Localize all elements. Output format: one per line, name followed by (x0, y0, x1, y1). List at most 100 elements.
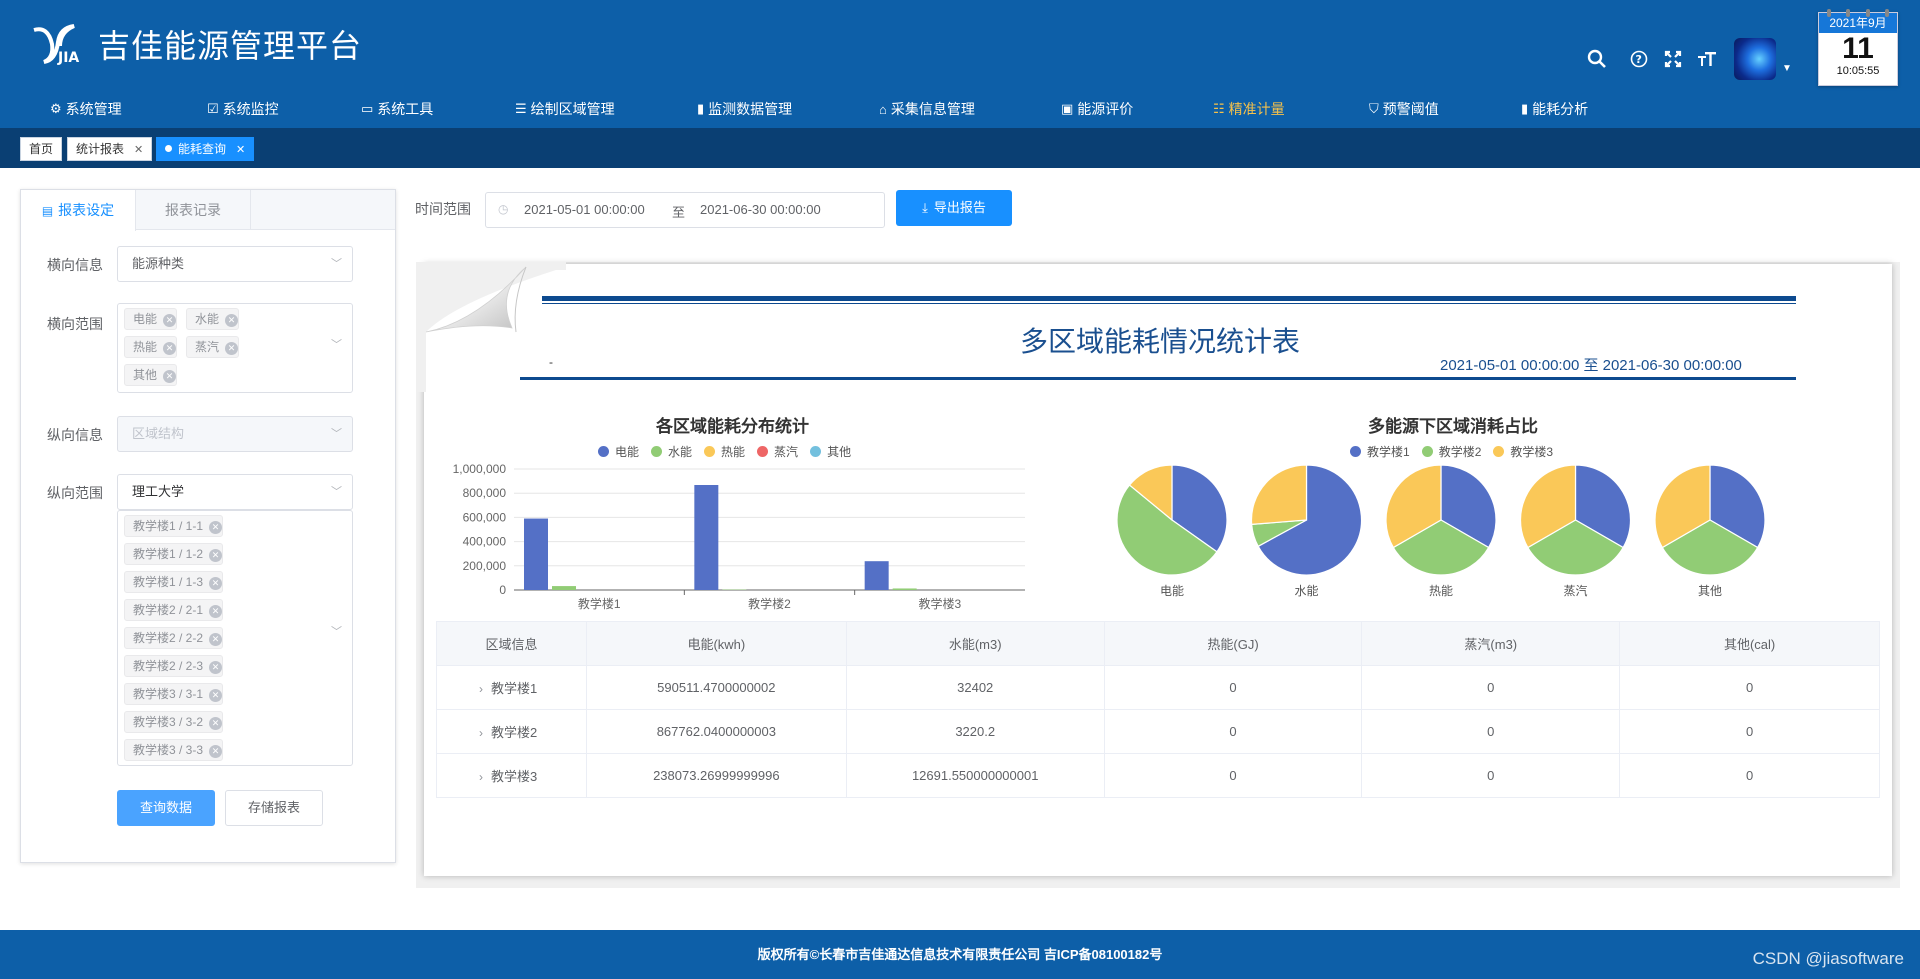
legend-item[interactable]: 其他 (810, 443, 851, 460)
font-size-icon[interactable] (1690, 46, 1724, 72)
save-report-button[interactable]: 存储报表 (225, 790, 323, 826)
chevron-down-icon: ﹀ (331, 428, 342, 440)
app-header: JIA 吉佳能源管理平台 ? ▼ 2021年9月 11 10:05:55 ⚙ 系统… (0, 0, 1920, 128)
export-report-button[interactable]: ⤓ 导出报告 (896, 190, 1012, 226)
close-icon[interactable]: ✕ (163, 370, 177, 383)
tab-energy-query[interactable]: 能耗查询 ✕ (156, 137, 255, 161)
nav-monitor-data[interactable]: ▮ 监测数据管理 (697, 98, 879, 120)
nav-system-manage[interactable]: ⚙ 系统管理 (50, 98, 207, 120)
vertical-info-select[interactable]: 区域结构 ﹀ (117, 416, 353, 452)
legend-dot (598, 446, 609, 457)
close-icon[interactable]: ✕ (209, 577, 223, 590)
download-icon: ⤓ (922, 200, 928, 215)
tag-electric: 电能 ✕ (124, 308, 178, 330)
close-icon[interactable]: ✕ (209, 661, 223, 674)
search-icon[interactable] (1580, 46, 1614, 72)
pie-charts: 电能 水能 热能 蒸汽 其他 (1116, 464, 1766, 598)
table-cell: 12691.550000000001 (845, 753, 1105, 798)
close-icon[interactable]: ✕ (134, 144, 143, 156)
tag-building: 教学楼3 / 3-3 ✕ (124, 739, 224, 761)
shield-icon: ⛉ (1369, 101, 1379, 116)
table-cell: 867762.0400000003 (585, 709, 847, 754)
nav-system-monitor[interactable]: ☑ 系统监控 (207, 98, 361, 120)
date-start[interactable]: 2021-05-01 00:00:00 (524, 202, 645, 217)
pie-slice-教学楼3[interactable] (1250, 464, 1308, 526)
vertical-range-tags[interactable]: 教学楼1 / 1-1 ✕ 教学楼1 / 1-2 ✕ 教学楼1 / 1-3 ✕ 教学楼2… (117, 510, 353, 766)
table-row[interactable]: › 教学楼3 238073.26999999996 12691.550000000… (436, 753, 1880, 798)
y-tick-label: 800,000 (463, 486, 507, 500)
legend-item[interactable]: 蒸汽 (757, 443, 798, 460)
collect-icon: ⌂ (879, 101, 887, 117)
legend-dot (651, 446, 663, 457)
report-corner-mark: - (549, 355, 553, 369)
table-cell: 0 (1103, 665, 1363, 710)
close-icon[interactable]: ✕ (209, 605, 223, 618)
app-logo[interactable]: JIA 吉佳能源管理平台 (30, 22, 362, 66)
close-icon[interactable]: ✕ (209, 549, 223, 562)
watermark: CSDN @jiasoftware (1752, 949, 1904, 968)
legend-item[interactable]: 水能 (651, 443, 692, 460)
table-cell: 0 (1619, 709, 1880, 754)
tab-home[interactable]: 首页 (20, 137, 63, 161)
close-icon[interactable]: ✕ (225, 314, 239, 327)
nav-area-manage[interactable]: ☰ 绘制区域管理 (515, 98, 697, 120)
report-settings-panel: ▤ 报表设定 报表记录 横向信息 能源种类 ﹀ 横向范围 电能 ✕ 水能 ✕ 热能 ✕ … (20, 189, 396, 863)
close-icon[interactable]: ✕ (163, 314, 177, 327)
close-icon[interactable]: ✕ (236, 144, 245, 156)
chevron-right-icon[interactable]: › (479, 682, 483, 696)
vertical-range-select[interactable]: 理工大学 ﹀ (117, 474, 353, 510)
nav-system-tools[interactable]: ▭ 系统工具 (361, 98, 515, 120)
nav-warning-threshold[interactable]: ⛉ 预警阈值 (1369, 98, 1521, 120)
nav-collect-info[interactable]: ⌂ 采集信息管理 (879, 98, 1061, 120)
horizontal-range-select[interactable]: 电能 ✕ 水能 ✕ 热能 ✕ 蒸汽 ✕ 其他 ✕ ﹀ (117, 303, 353, 393)
bar-电能[interactable] (524, 518, 548, 590)
report-rule-bottom (520, 377, 1796, 380)
report-date-range: 2021-05-01 00:00:00 至 2021-06-30 00:00:0… (1440, 357, 1742, 374)
tab-stat-report[interactable]: 统计报表 ✕ (67, 137, 153, 161)
legend-item[interactable]: 热能 (704, 443, 745, 460)
tag-building: 教学楼1 / 1-1 ✕ (124, 515, 224, 537)
bar-电能[interactable] (694, 485, 719, 590)
chevron-down-icon[interactable]: ▼ (1782, 63, 1792, 74)
nav-energy-analysis[interactable]: ▮ 能耗分析 (1521, 98, 1641, 120)
horizontal-info-select[interactable]: 能源种类 ﹀ (117, 246, 353, 282)
table-cell: 590511.4700000002 (585, 665, 847, 710)
x-tick-label: 教学楼2 (748, 596, 791, 611)
user-avatar[interactable] (1734, 38, 1776, 80)
tag-building: 教学楼2 / 2-1 ✕ (124, 599, 224, 621)
bar-水能[interactable] (552, 586, 576, 590)
panel-tabs: ▤ 报表设定 报表记录 (21, 190, 395, 231)
table-row[interactable]: › 教学楼1 590511.4700000002 32402 0 0 0 (436, 665, 1880, 710)
pie-label: 电能 (1160, 584, 1184, 598)
close-icon[interactable]: ✕ (209, 521, 223, 534)
main-nav: ⚙ 系统管理 ☑ 系统监控 ▭ 系统工具 ☰ 绘制区域管理 ▮ 监测数据管理 ⌂ 采集信息管… (50, 98, 1641, 120)
bar-水能[interactable] (892, 588, 917, 590)
close-icon[interactable]: ✕ (209, 717, 223, 730)
bar-电能[interactable] (864, 561, 889, 590)
nav-precise-metering[interactable]: ☷ 精准计量 (1213, 98, 1369, 120)
legend-dot (810, 446, 822, 457)
table-row[interactable]: › 教学楼2 867762.0400000003 3220.2 0 0 0 (436, 709, 1880, 754)
date-end[interactable]: 2021-06-30 00:00:00 (700, 202, 821, 217)
tab-report-settings[interactable]: ▤ 报表设定 (21, 190, 136, 231)
close-icon[interactable]: ✕ (225, 342, 239, 355)
table-cell: 0 (1619, 753, 1880, 798)
clock-icon: ◷ (498, 202, 509, 216)
fullscreen-icon[interactable] (1656, 46, 1690, 72)
date-range-picker[interactable]: ◷ 2021-05-01 00:00:00 至 2021-06-30 00:00… (485, 192, 885, 228)
nav-energy-eval[interactable]: ▣ 能源评价 (1061, 98, 1213, 120)
chevron-right-icon[interactable]: › (479, 726, 483, 740)
close-icon[interactable]: ✕ (209, 745, 223, 758)
help-icon[interactable]: ? (1622, 46, 1656, 72)
close-icon[interactable]: ✕ (209, 633, 223, 646)
query-data-button[interactable]: 查询数据 (117, 790, 215, 826)
bar-chart-title: 各区域能耗分布统计 (656, 417, 809, 436)
tag-building: 教学楼2 / 2-3 ✕ (124, 655, 224, 677)
table-header: 蒸汽(m3) (1361, 621, 1621, 666)
tab-report-records[interactable]: 报表记录 (136, 190, 251, 230)
pie-label: 蒸汽 (1563, 583, 1587, 598)
close-icon[interactable]: ✕ (209, 689, 223, 702)
chevron-right-icon[interactable]: › (479, 770, 483, 784)
close-icon[interactable]: ✕ (163, 342, 177, 355)
legend-item[interactable]: 电能 (598, 443, 639, 460)
